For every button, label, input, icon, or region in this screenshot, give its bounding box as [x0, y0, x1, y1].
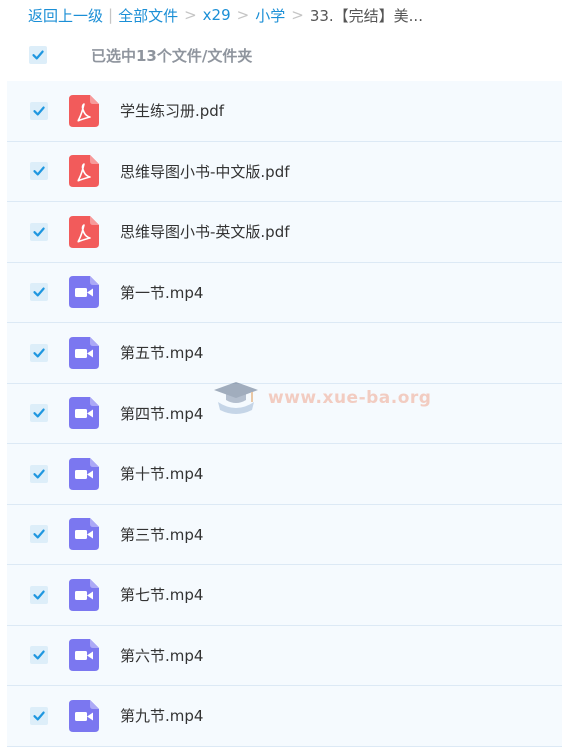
selection-header: 已选中13个文件/文件夹 — [0, 30, 562, 80]
breadcrumb-separator: > — [236, 6, 250, 24]
video-file-icon — [69, 336, 99, 369]
file-row[interactable]: 第十节.mp4 — [7, 444, 562, 505]
file-name[interactable]: 第三节.mp4 — [120, 524, 203, 545]
file-name[interactable]: 第一节.mp4 — [120, 282, 203, 303]
file-row[interactable]: 第六节.mp4 — [7, 625, 562, 686]
file-list: 学生练习册.pdf 思维导图小书-中文版.pdf 思维导图小书-英文版.pdf 第一节… — [7, 81, 562, 747]
file-row[interactable]: 第一节.mp4 — [7, 262, 562, 323]
file-checkbox[interactable] — [30, 525, 48, 544]
file-row[interactable]: 学生练习册.pdf — [7, 81, 562, 142]
breadcrumb-separator: > — [291, 6, 304, 24]
checkmark-icon — [33, 711, 45, 721]
file-row[interactable]: 思维导图小书-英文版.pdf — [7, 202, 562, 263]
file-name[interactable]: 思维导图小书-英文版.pdf — [120, 221, 290, 242]
checkmark-icon — [33, 348, 45, 358]
pdf-file-icon — [69, 155, 99, 188]
checkmark-icon — [33, 287, 45, 297]
select-all-checkbox[interactable] — [29, 46, 47, 64]
video-file-icon — [69, 397, 99, 430]
breadcrumb-divider: | — [108, 6, 114, 24]
video-file-icon — [69, 518, 99, 551]
video-file-icon — [69, 699, 99, 732]
video-file-icon — [69, 578, 99, 611]
breadcrumb-current-folder: 33.【完结】美... — [309, 6, 423, 25]
file-row[interactable]: 第三节.mp4 — [7, 504, 562, 565]
video-file-icon — [69, 457, 99, 490]
file-checkbox[interactable] — [30, 222, 48, 241]
checkmark-icon — [33, 650, 45, 660]
file-row[interactable]: 第九节.mp4 — [7, 686, 562, 747]
file-row[interactable]: 第五节.mp4 — [7, 323, 562, 384]
breadcrumb-primary[interactable]: 小学 — [255, 5, 285, 26]
file-checkbox[interactable] — [30, 343, 48, 362]
breadcrumb-all-files[interactable]: 全部文件 — [118, 5, 178, 26]
file-name[interactable]: 第十节.mp4 — [120, 463, 203, 484]
video-file-icon — [69, 276, 99, 309]
checkmark-icon — [33, 590, 45, 600]
file-name[interactable]: 第九节.mp4 — [120, 705, 203, 726]
file-checkbox[interactable] — [30, 162, 48, 181]
selection-count-text: 已选中13个文件/文件夹 — [91, 46, 253, 65]
file-checkbox[interactable] — [30, 706, 48, 725]
file-row[interactable]: 第七节.mp4 — [7, 565, 562, 626]
file-name[interactable]: 第五节.mp4 — [120, 342, 203, 363]
breadcrumb-separator: > — [184, 6, 197, 24]
file-name[interactable]: 思维导图小书-中文版.pdf — [120, 161, 290, 182]
video-file-icon — [69, 639, 99, 672]
file-checkbox[interactable] — [30, 404, 48, 423]
breadcrumb-x29[interactable]: x29 — [203, 6, 231, 24]
pdf-file-icon — [69, 94, 99, 127]
file-row[interactable]: 思维导图小书-中文版.pdf — [7, 141, 562, 202]
file-checkbox[interactable] — [30, 646, 48, 665]
checkmark-icon — [33, 227, 45, 237]
file-checkbox[interactable] — [30, 585, 48, 604]
checkmark-icon — [32, 50, 44, 60]
checkmark-icon — [33, 166, 45, 176]
file-row[interactable]: 第四节.mp4 — [7, 383, 562, 444]
back-link[interactable]: 返回上一级 — [28, 5, 103, 26]
checkmark-icon — [33, 106, 45, 116]
checkmark-icon — [33, 408, 45, 418]
file-checkbox[interactable] — [30, 464, 48, 483]
file-name[interactable]: 第六节.mp4 — [120, 645, 203, 666]
file-name[interactable]: 第七节.mp4 — [120, 584, 203, 605]
file-name[interactable]: 第四节.mp4 — [120, 403, 203, 424]
checkmark-icon — [33, 529, 45, 539]
file-name[interactable]: 学生练习册.pdf — [120, 100, 224, 121]
pdf-file-icon — [69, 215, 99, 248]
file-checkbox[interactable] — [30, 283, 48, 302]
breadcrumb: 返回上一级 | 全部文件 > x29 > 小学 > 33.【完结】美... — [0, 0, 562, 30]
file-checkbox[interactable] — [30, 101, 48, 120]
checkmark-icon — [33, 469, 45, 479]
